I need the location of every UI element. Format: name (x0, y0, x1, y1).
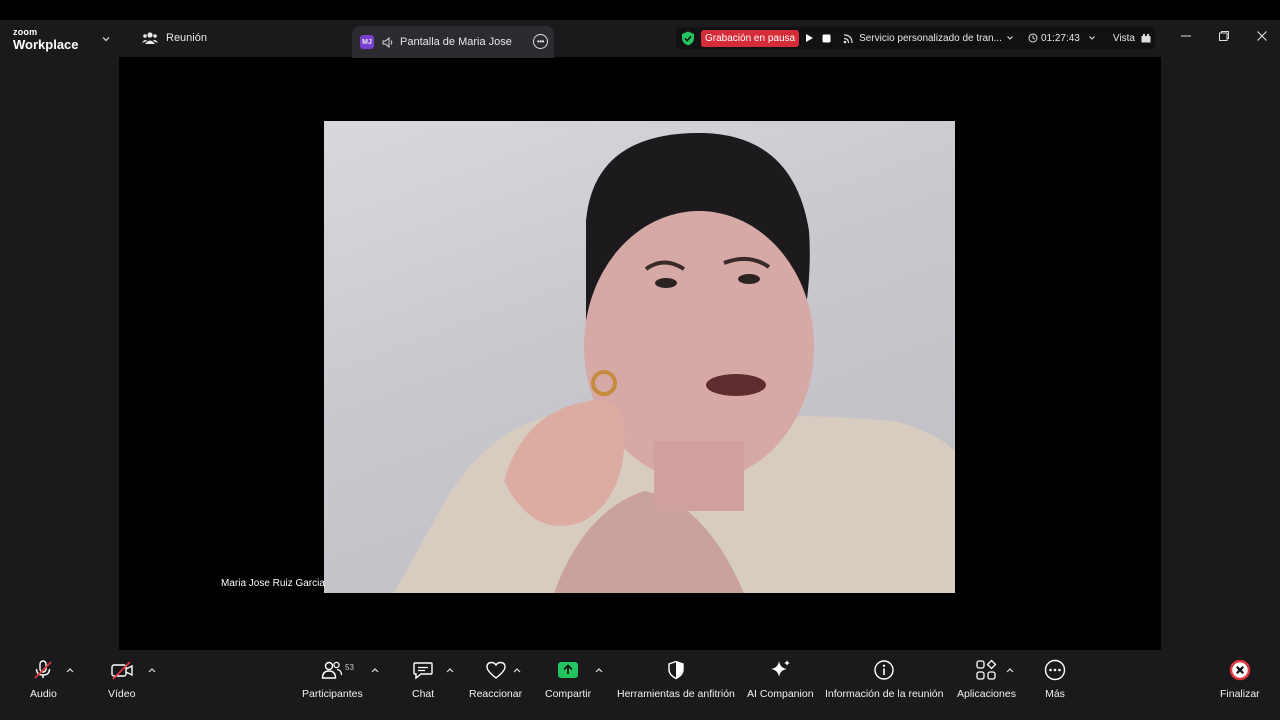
meeting-label: Reunión (166, 32, 207, 44)
zoom-logo: zoom Workplace (13, 27, 79, 52)
transcription-icon (843, 33, 853, 43)
clock-icon (1028, 33, 1038, 43)
stop-icon[interactable] (822, 34, 831, 43)
right-gutter (1161, 57, 1280, 650)
more-icon (1044, 658, 1066, 682)
title-bar: zoom Workplace Reunión MJ Pantalla de Ma… (0, 20, 1280, 58)
chevron-up-icon[interactable] (1005, 666, 1015, 674)
top-strip (0, 0, 1280, 20)
participant-video-frame (394, 132, 955, 593)
screen-share-tab[interactable]: MJ Pantalla de Maria Jose ••• (352, 26, 554, 58)
info-icon (873, 658, 895, 682)
meeting-info-label: Información de la reunión (825, 688, 944, 700)
chat-label: Chat (412, 688, 435, 700)
apps-label: Aplicaciones (957, 688, 1016, 700)
participant-video[interactable] (324, 121, 955, 593)
chevron-down-icon[interactable] (1006, 34, 1014, 42)
end-meeting-label: Finalizar (1220, 688, 1260, 700)
video-label: Vídeo (108, 688, 136, 700)
meeting-button[interactable]: Reunión (142, 31, 207, 45)
meeting-timer: 01:27:43 (1040, 32, 1080, 44)
react-label: Reaccionar (469, 688, 523, 700)
left-gutter (0, 57, 119, 650)
recording-status-badge: Grabación en pausa (701, 29, 800, 47)
share-label: Compartir (545, 688, 592, 700)
microphone-muted-icon (32, 658, 54, 682)
avatar: MJ (360, 35, 374, 49)
ai-companion-label: AI Companion (747, 688, 814, 700)
more-label: Más (1045, 688, 1065, 700)
chevron-up-icon[interactable] (512, 666, 522, 674)
view-button[interactable]: Vista (1113, 33, 1135, 44)
share-screen-icon (557, 658, 579, 682)
share-screen-button[interactable]: Compartir (545, 658, 591, 700)
heart-icon (485, 658, 507, 682)
participant-name-label: Maria Jose Ruiz Garcia (221, 578, 325, 589)
chevron-down-icon[interactable] (1088, 34, 1096, 42)
participants-count-badge: 53 (345, 663, 354, 672)
transcription-service-label[interactable]: Servicio personalizado de tran... (859, 33, 1002, 44)
play-icon[interactable] (804, 33, 814, 43)
meeting-info-button[interactable]: Información de la reunión (825, 658, 944, 700)
close-icon[interactable] (1254, 28, 1270, 44)
video-button[interactable]: Vídeo (108, 658, 135, 700)
audio-label: Audio (30, 688, 57, 700)
participants-label: Participantes (302, 688, 363, 700)
speaker-icon (382, 36, 393, 48)
chat-button[interactable]: Chat (412, 658, 434, 700)
chevron-up-icon[interactable] (65, 666, 75, 674)
participants-icon (321, 658, 343, 682)
apps-icon (975, 658, 997, 682)
sparkle-icon (769, 658, 791, 682)
participants-icon (142, 32, 158, 44)
shield-icon (666, 658, 686, 682)
host-tools-button[interactable]: Herramientas de anfitrión (617, 658, 735, 700)
chat-icon (412, 658, 434, 682)
apps-button[interactable]: Aplicaciones (957, 658, 1016, 700)
audio-button[interactable]: Audio (30, 658, 57, 700)
host-tools-label: Herramientas de anfitrión (617, 688, 735, 700)
minimize-icon[interactable] (1178, 28, 1194, 44)
close-icon (1229, 658, 1251, 682)
chevron-up-icon[interactable] (370, 666, 380, 674)
end-meeting-button[interactable]: Finalizar (1220, 658, 1260, 700)
meeting-toolbar: Audio Vídeo Participantes 53 Chat Reacci… (0, 650, 1280, 720)
more-button[interactable]: Más (1044, 658, 1066, 700)
view-grid-icon[interactable] (1141, 33, 1151, 43)
chevron-up-icon[interactable] (445, 666, 455, 674)
more-options-icon[interactable]: ••• (533, 34, 548, 49)
chevron-down-icon[interactable] (100, 33, 112, 45)
brand-name: Workplace (13, 37, 79, 52)
meeting-status-bar: Grabación en pausa Servicio personalizad… (676, 27, 1155, 49)
ai-companion-button[interactable]: AI Companion (747, 658, 814, 700)
chevron-up-icon[interactable] (594, 666, 604, 674)
shield-check-icon[interactable] (681, 31, 695, 46)
chevron-up-icon[interactable] (147, 666, 157, 674)
restore-icon[interactable] (1216, 28, 1232, 44)
react-button[interactable]: Reaccionar (469, 658, 522, 700)
window-controls (1178, 28, 1270, 44)
brand-small: zoom (13, 27, 38, 37)
camera-off-icon (110, 658, 134, 682)
share-label: Pantalla de Maria Jose (400, 36, 512, 48)
